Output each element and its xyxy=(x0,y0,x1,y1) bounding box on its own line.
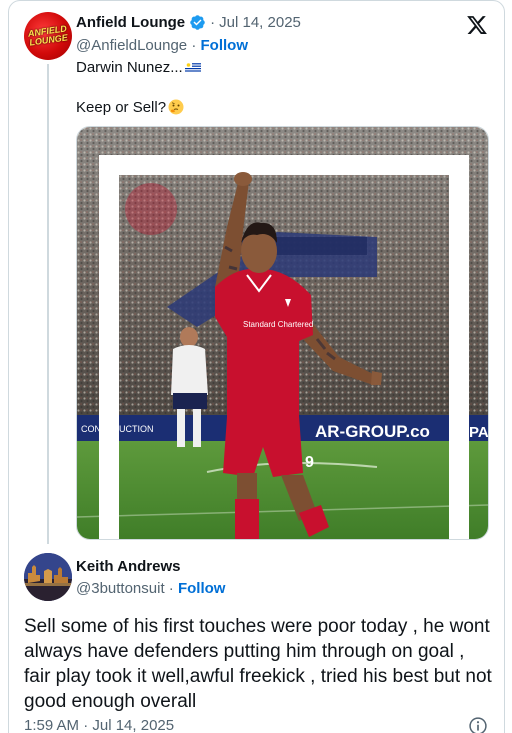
board-text-group: AR-GROUP.co xyxy=(315,422,430,441)
thinking-face-icon xyxy=(168,99,184,115)
tweet-media-image[interactable]: CONSTRUCTION AR-GROUP.co PA xyxy=(76,126,489,540)
reply-follow-button[interactable]: Follow xyxy=(178,580,226,597)
avatar-logo-text: ANFIELD LOUNGE xyxy=(27,23,69,48)
reply-handle-separator: · xyxy=(168,580,174,597)
tweet-embed-page: ANFIELD LOUNGE Anfield Lounge · Jul 14, … xyxy=(0,0,512,733)
city-skyline-photo xyxy=(24,553,72,601)
info-icon[interactable] xyxy=(468,716,488,733)
avatar[interactable]: ANFIELD LOUNGE xyxy=(24,12,72,60)
reply-avatar[interactable] xyxy=(24,553,72,601)
reply-timestamp[interactable]: 1:59 AM · Jul 14, 2025 xyxy=(24,717,174,733)
author-name[interactable]: Anfield Lounge xyxy=(76,14,185,31)
uruguay-flag-icon xyxy=(184,62,201,73)
handle-row: @AnfieldLounge · Follow xyxy=(76,37,248,54)
tweet-text: Darwin Nunez... Keep or Sell? xyxy=(76,58,201,118)
reply-author-name[interactable]: Keith Andrews xyxy=(76,558,180,575)
tweet-line-2: Keep or Sell? xyxy=(76,99,167,116)
tweet-line-1: Darwin Nunez... xyxy=(76,59,183,76)
follow-button[interactable]: Follow xyxy=(201,37,249,54)
board-text-pa: PA xyxy=(469,424,489,441)
tweet-date[interactable]: Jul 14, 2025 xyxy=(219,14,301,31)
x-logo-icon[interactable] xyxy=(466,14,488,36)
verified-badge-icon xyxy=(190,15,205,30)
thread-line xyxy=(47,64,49,544)
date-separator: · xyxy=(210,14,216,31)
shirt-sponsor-text: Standard Chartered xyxy=(243,320,313,329)
reply-text: Sell some of his first touches were poor… xyxy=(24,616,492,712)
handle-separator: · xyxy=(191,37,197,54)
reply-handle-row: @3buttonsuit · Follow xyxy=(76,580,225,597)
shorts-number: 9 xyxy=(305,454,314,471)
author-row: Anfield Lounge · Jul 14, 2025 xyxy=(76,14,301,31)
football-photo: CONSTRUCTION AR-GROUP.co PA xyxy=(77,127,489,539)
reply-author-handle[interactable]: @3buttonsuit xyxy=(76,580,165,597)
author-handle[interactable]: @AnfieldLounge xyxy=(76,37,187,54)
